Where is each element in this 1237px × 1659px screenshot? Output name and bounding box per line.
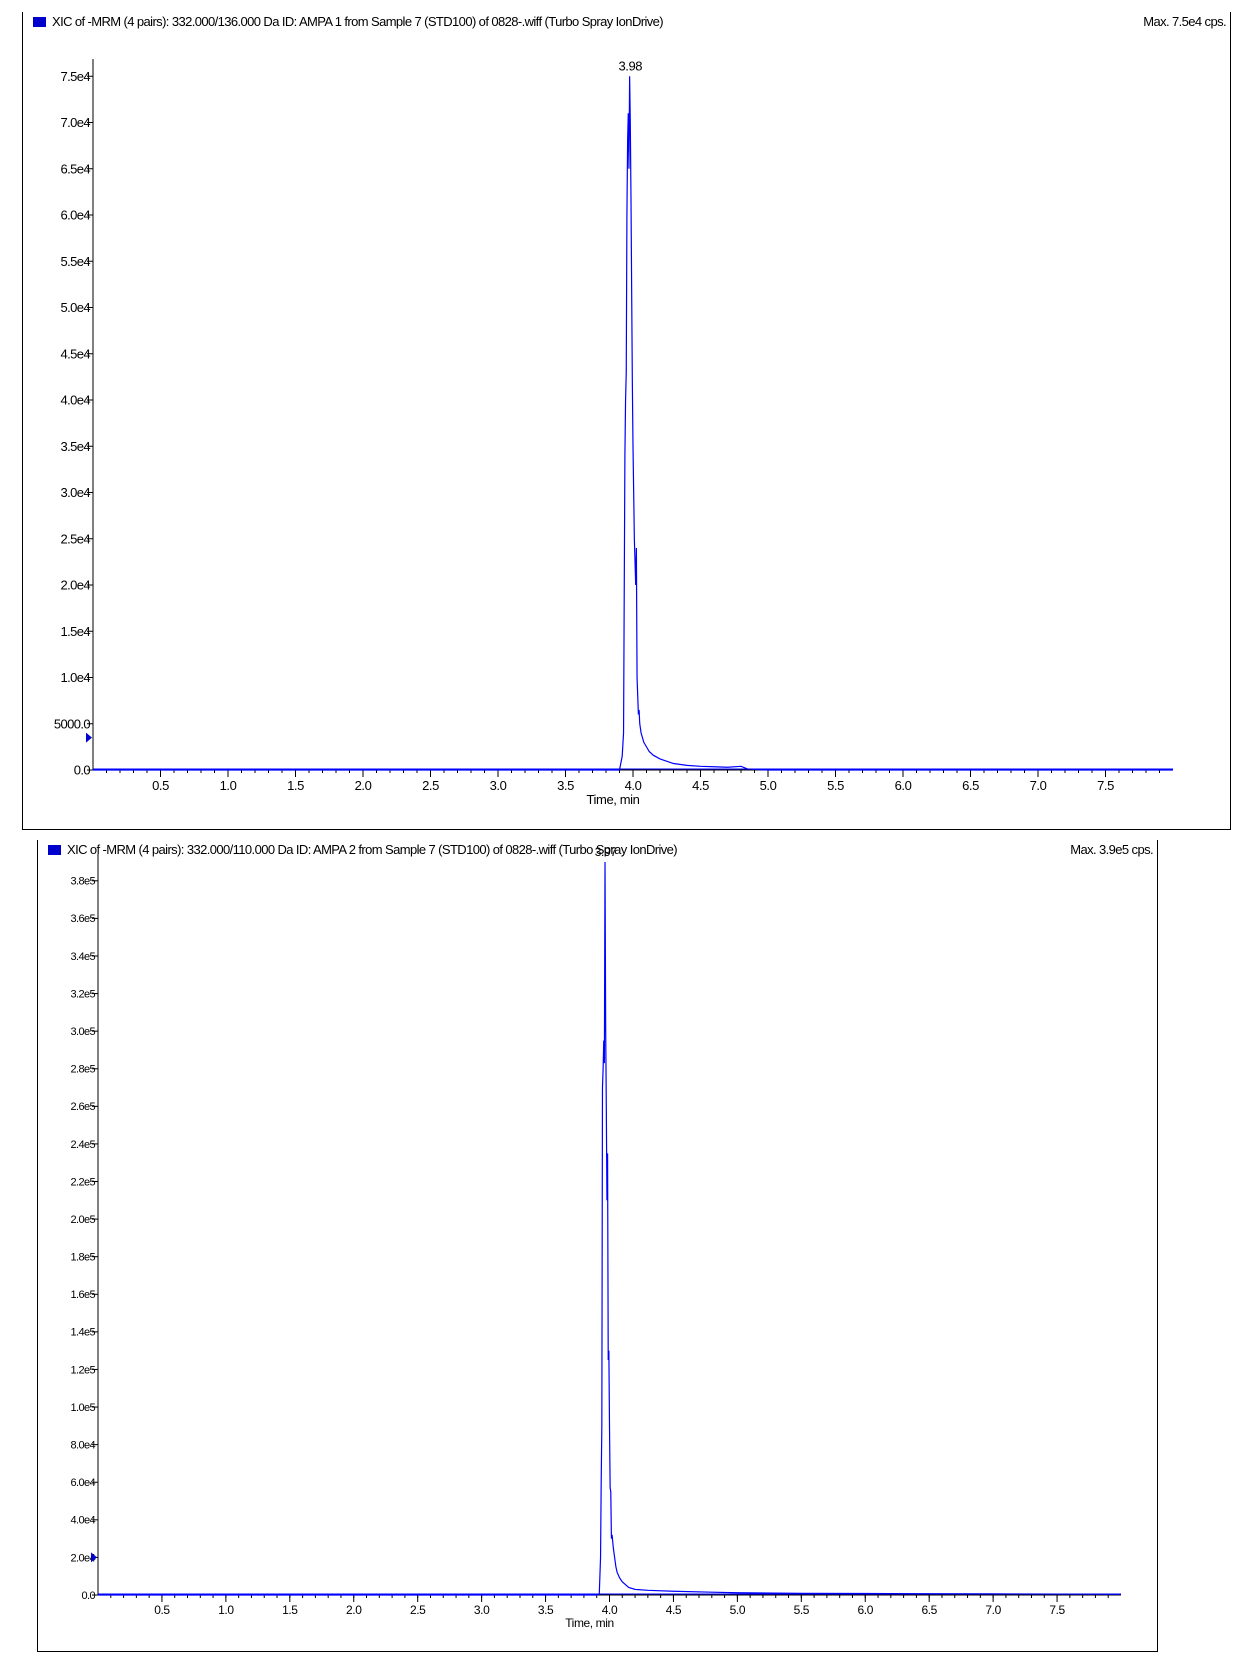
- y-tick-label: 1.0e5: [70, 1402, 95, 1414]
- x-tick-label: 2.5: [410, 1603, 426, 1617]
- y-tick-label: 8.0e4: [70, 1439, 95, 1451]
- y-tick-label: 4.0e4: [60, 393, 90, 408]
- y-tick-label: 2.0e5: [70, 1214, 95, 1226]
- y-tick-label: 6.5e4: [60, 161, 90, 176]
- x-tick-label: 0.5: [152, 778, 169, 793]
- x-tick-label: 1.0: [218, 1603, 234, 1617]
- x-tick-label: 1.0: [220, 778, 237, 793]
- x-tick-label: 2.5: [422, 778, 439, 793]
- y-axis-marker-icon: [86, 732, 92, 743]
- x-tick-label: 4.0: [602, 1603, 618, 1617]
- x-tick-label: 5.0: [760, 778, 777, 793]
- x-tick-label: 5.5: [794, 1603, 810, 1617]
- x-tick-label: 6.5: [921, 1603, 937, 1617]
- x-tick-label: 3.0: [490, 778, 507, 793]
- y-tick-label: 3.8e5: [70, 876, 95, 888]
- x-tick-label: 1.5: [287, 778, 304, 793]
- peak-label: 3.97: [595, 845, 617, 859]
- y-tick-label: 3.6e5: [70, 913, 95, 925]
- x-tick-label: 7.0: [985, 1603, 1001, 1617]
- chart-plot-area: 0.5 1.0 1.5 2.0 2.5 3.0 3.5 4.0 4.5 5.0 5.5 6.0 6.5 7…: [54, 58, 1173, 807]
- chart-plot-area: 0.5 1.0 1.5 2.0 2.5 3.0 3.5 4.0 4.5 5.0 5.5 6.0 6.5 7…: [70, 845, 1122, 1630]
- x-axis-title: Time, min: [587, 792, 640, 807]
- peak-label: 3.98: [618, 58, 642, 73]
- x-tick-label: 7.0: [1030, 778, 1047, 793]
- y-tick-label: 2.0e4: [60, 578, 90, 593]
- y-tick-label: 1.8e5: [70, 1252, 95, 1264]
- y-tick-label: 5.0e4: [60, 300, 90, 315]
- x-tick-label: 6.0: [895, 778, 912, 793]
- y-tick-label: 7.5e4: [60, 69, 90, 84]
- y-tick-label: 3.0e4: [60, 485, 90, 500]
- x-tick-label: 6.5: [962, 778, 979, 793]
- y-tick-label: 3.5e4: [60, 439, 90, 454]
- x-tick-label: 2.0: [346, 1603, 362, 1617]
- chromatogram-trace: [93, 76, 1173, 771]
- y-tick-label: 3.4e5: [70, 951, 95, 963]
- x-tick-label: 4.0: [625, 778, 642, 793]
- y-tick-label: 3.0e5: [70, 1026, 95, 1038]
- y-tick-label: 5.5e4: [60, 254, 90, 269]
- y-tick-label: 6.0e4: [60, 208, 90, 223]
- y-tick-label: 1.6e5: [70, 1289, 95, 1301]
- x-tick-label: 7.5: [1097, 778, 1114, 793]
- x-axis-title: Time, min: [565, 1616, 614, 1630]
- x-tick-label: 5.0: [730, 1603, 746, 1617]
- x-tick-label: 2.0: [355, 778, 372, 793]
- x-tick-label: 4.5: [666, 1603, 682, 1617]
- y-tick-label: 2.8e5: [70, 1064, 95, 1076]
- y-tick-label: 1.2e5: [70, 1364, 95, 1376]
- y-tick-label: 1.5e4: [60, 624, 90, 639]
- y-tick-label: 7.0e4: [60, 115, 90, 130]
- y-tick-label: 5000.0: [54, 716, 91, 731]
- x-tick-label: 3.0: [474, 1603, 490, 1617]
- y-tick-label: 0.0: [82, 1590, 96, 1602]
- y-tick-label: 0.0: [74, 763, 91, 778]
- y-tick-label: 2.5e4: [60, 531, 90, 546]
- x-tick-label: 3.5: [557, 778, 574, 793]
- x-tick-label: 5.5: [827, 778, 844, 793]
- y-tick-label: 4.5e4: [60, 346, 90, 361]
- y-tick-label: 6.0e4: [70, 1477, 95, 1489]
- y-tick-label: 1.0e4: [60, 670, 90, 685]
- y-tick-label: 2.6e5: [70, 1101, 95, 1113]
- y-tick-label: 1.4e5: [70, 1327, 95, 1339]
- x-tick-label: 4.5: [692, 778, 709, 793]
- y-tick-label: 4.0e4: [70, 1515, 95, 1527]
- x-tick-label: 0.5: [154, 1603, 170, 1617]
- y-tick-label: 3.2e5: [70, 988, 95, 1000]
- y-tick-label: 2.2e5: [70, 1176, 95, 1188]
- x-tick-label: 3.5: [538, 1603, 554, 1617]
- chromatogram-panel-2: XIC of -MRM (4 pairs): 332.000/110.000 D…: [37, 840, 1158, 1652]
- x-tick-label: 6.0: [858, 1603, 874, 1617]
- x-tick-label: 1.5: [282, 1603, 298, 1617]
- x-tick-label: 7.5: [1049, 1603, 1065, 1617]
- chromatogram-trace: [98, 861, 1122, 1596]
- chromatogram-panel-1: XIC of -MRM (4 pairs): 332.000/136.000 D…: [22, 12, 1231, 830]
- y-tick-label: 2.4e5: [70, 1139, 95, 1151]
